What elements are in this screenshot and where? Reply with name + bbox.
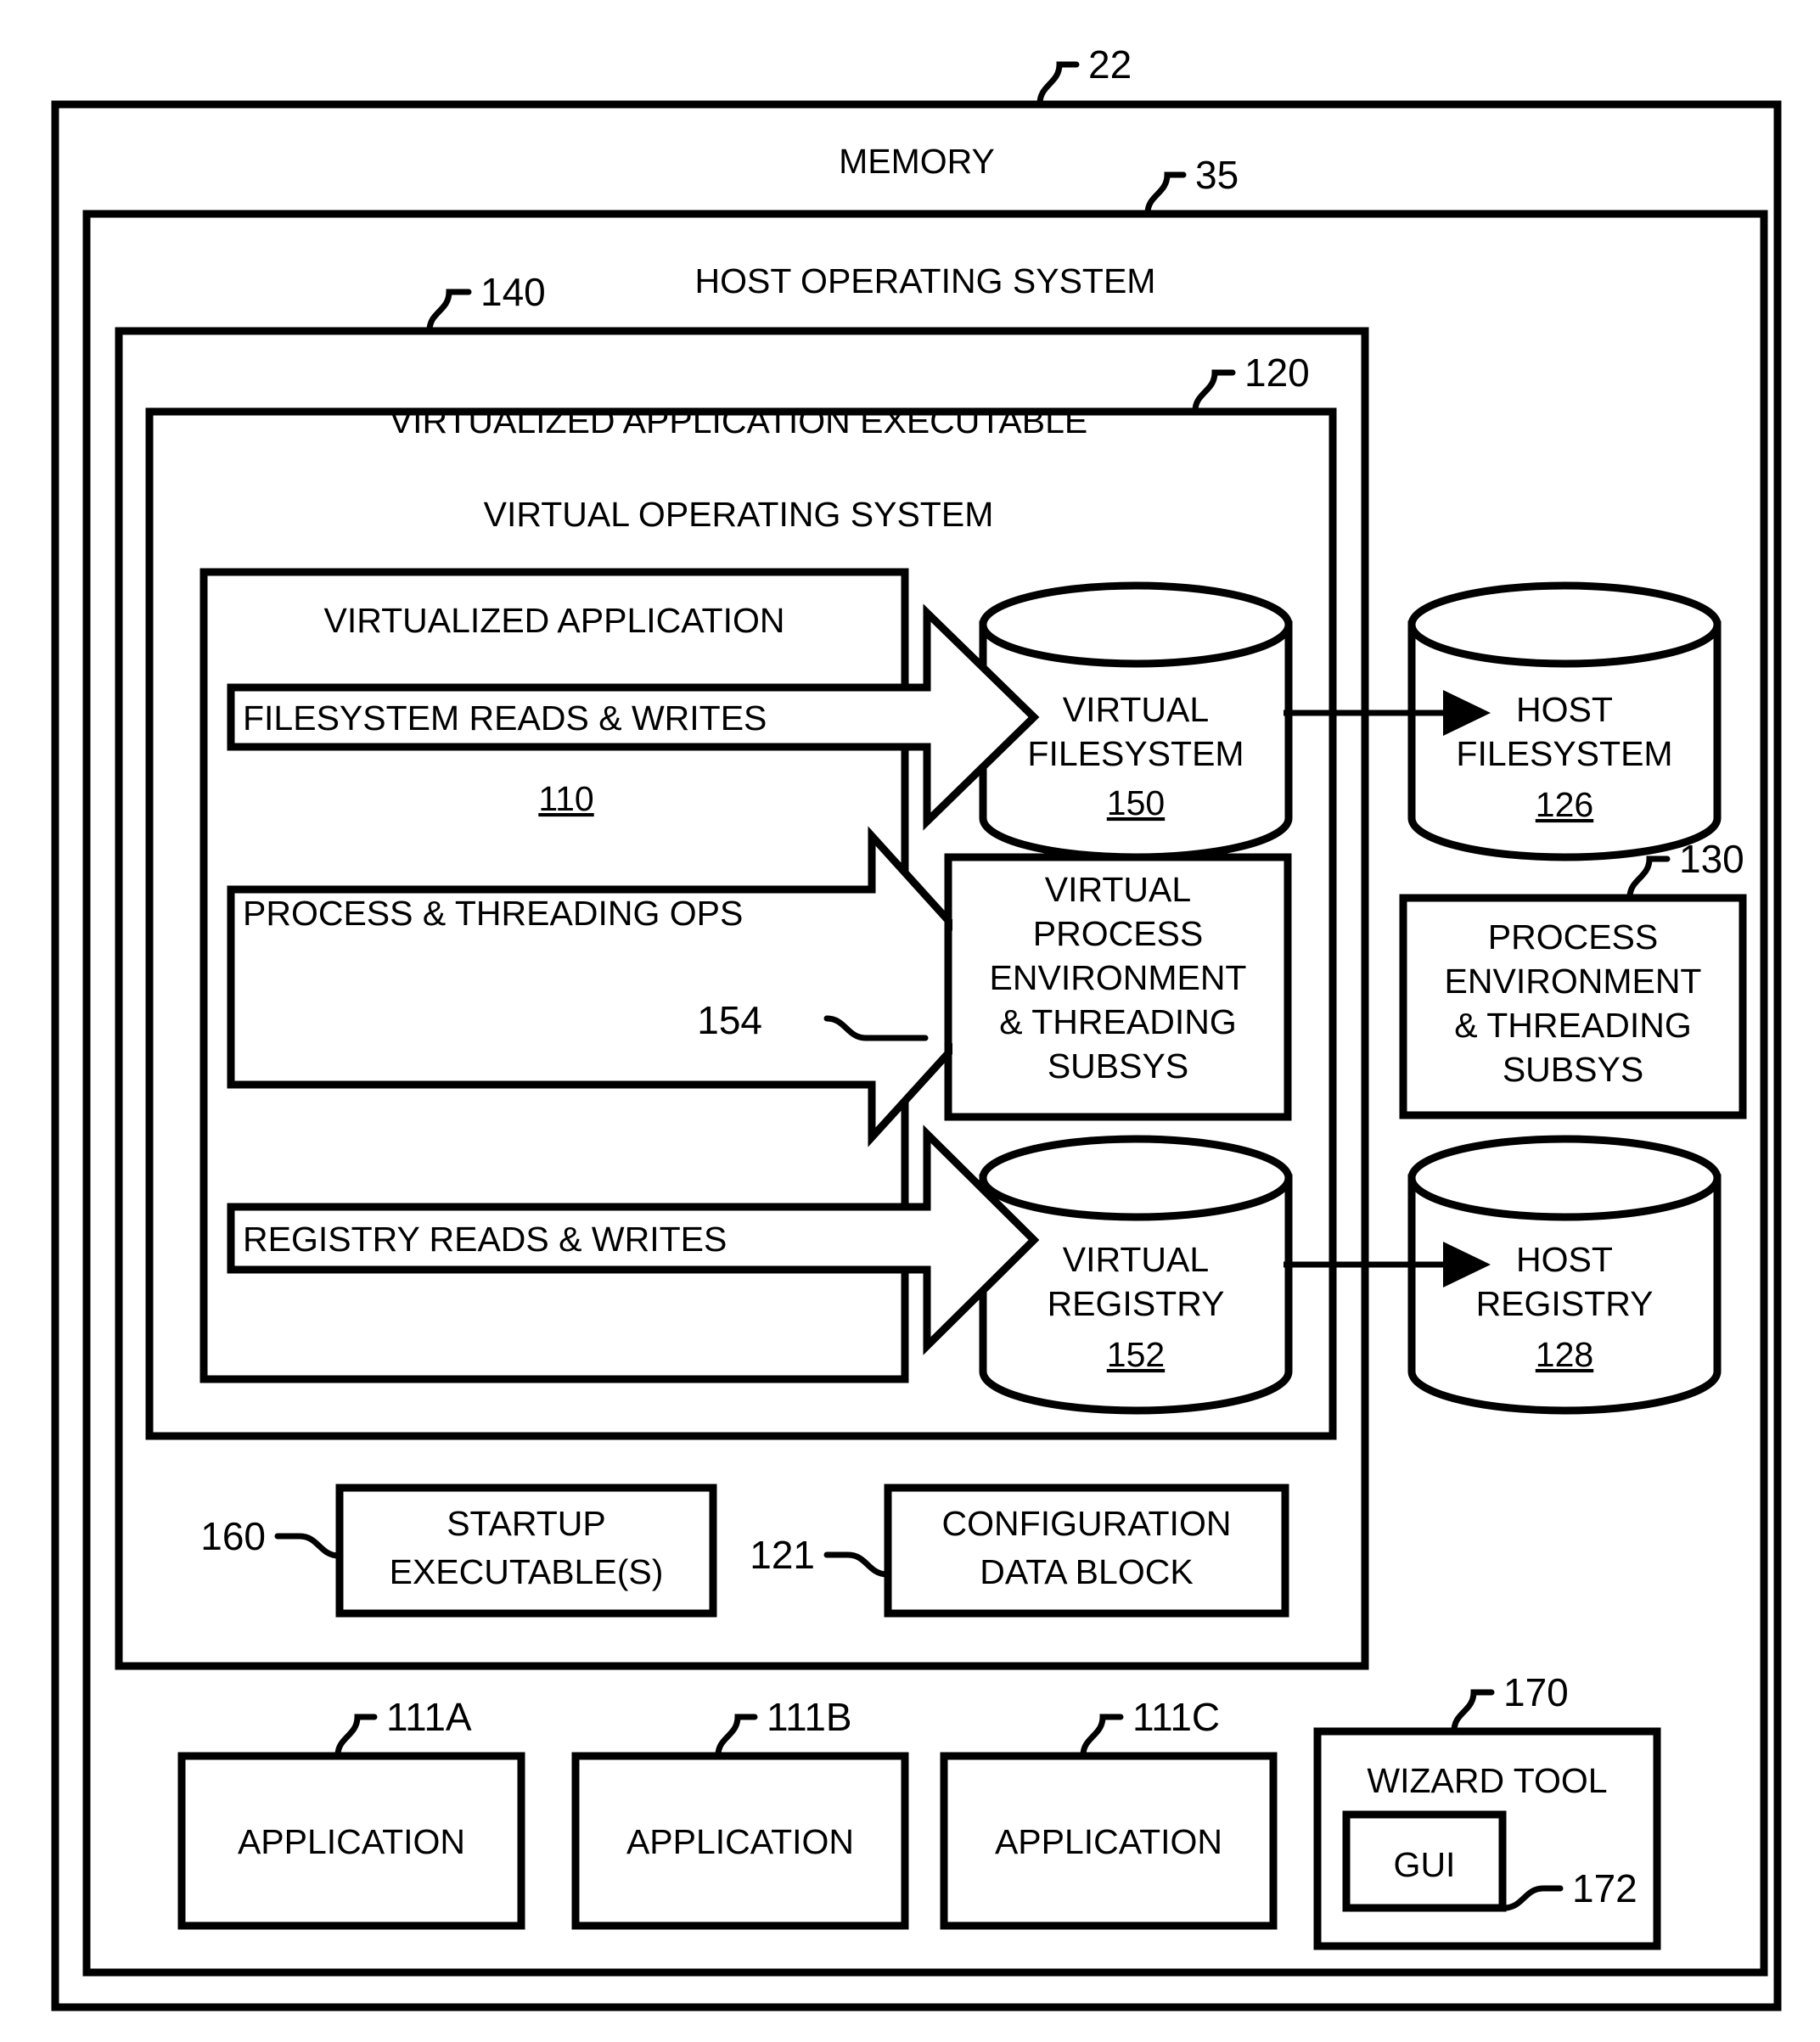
config-line-2: DATA BLOCK [980,1552,1193,1591]
ref-110: 110 [538,779,593,818]
arrow-registry-label: REGISTRY READS & WRITES [243,1220,727,1259]
hps-line-4: SUBSYS [1503,1050,1643,1089]
frame-vos-label: VIRTUAL OPERATING SYSTEM [484,495,994,534]
leader-line-35 [1144,171,1187,216]
ref-111a: 111A [386,1695,472,1739]
frame-host-os-label: HOST OPERATING SYSTEM [695,261,1156,300]
hps-line-2: ENVIRONMENT [1445,962,1702,1001]
ref-154: 154 [697,998,762,1042]
patent-diagram: MEMORY 22 HOST OPERATING SYSTEM 35 VIRTU… [51,42,1782,2011]
cylinder-virtual-registry-line2: REGISTRY [1048,1284,1225,1323]
frame-memory-label: MEMORY [839,142,995,181]
leader-line-170 [1451,1689,1495,1734]
box-virtualized-application-label: VIRTUALIZED APPLICATION [323,601,784,640]
ref-160: 160 [200,1514,266,1558]
cylinder-host-registry-line1: HOST [1516,1240,1613,1279]
ref-121: 121 [750,1533,815,1577]
ref-152: 152 [1107,1335,1165,1374]
ref-35: 35 [1195,153,1239,197]
hps-line-1: PROCESS [1488,917,1659,956]
startup-line-1: STARTUP [447,1504,606,1543]
leader-line-140 [426,289,472,334]
ref-150: 150 [1107,783,1165,822]
leader-line-121 [823,1551,890,1578]
leader-line-160 [274,1533,342,1559]
vps-line-4: & THREADING [999,1002,1236,1041]
leader-line-111b [715,1714,758,1759]
ref-111b: 111B [767,1695,852,1739]
config-line-1: CONFIGURATION [942,1504,1232,1543]
ref-170: 170 [1503,1670,1569,1714]
cylinder-host-registry-line2: REGISTRY [1476,1284,1654,1323]
vps-line-3: ENVIRONMENT [990,958,1247,997]
cylinder-virtual-filesystem-line1: VIRTUAL [1063,690,1209,729]
arrow-filesystem-label: FILESYSTEM READS & WRITES [243,698,767,738]
leader-line-130 [1626,856,1671,900]
wizard-tool-label: WIZARD TOOL [1367,1761,1607,1800]
hps-line-3: & THREADING [1454,1006,1691,1045]
cylinder-host-filesystem-line2: FILESYSTEM [1456,734,1672,773]
arrow-process-label: PROCESS & THREADING OPS [243,894,743,933]
ref-126: 126 [1536,785,1593,824]
cylinder-virtual-registry-line1: VIRTUAL [1063,1240,1209,1279]
ref-130: 130 [1679,837,1744,881]
vps-line-2: PROCESS [1033,914,1204,953]
cylinder-virtual-filesystem-line2: FILESYSTEM [1027,734,1244,773]
leader-line-120 [1192,369,1236,414]
ref-111c: 111C [1132,1695,1220,1739]
cylinder-host-filesystem-line1: HOST [1516,690,1613,729]
startup-line-2: EXECUTABLE(S) [390,1552,664,1591]
ref-140: 140 [480,270,546,314]
ref-120: 120 [1244,351,1310,395]
ref-172: 172 [1572,1866,1637,1910]
vps-line-5: SUBSYS [1048,1046,1188,1086]
ref-128: 128 [1536,1335,1593,1374]
leader-line-111a [334,1714,378,1759]
application-111a-label: APPLICATION [238,1822,465,1861]
frame-vae-label: VIRTUALIZED APPLICATION EXECUTABLE [390,401,1088,440]
application-111b-label: APPLICATION [626,1822,854,1861]
figure-canvas: MEMORY 22 HOST OPERATING SYSTEM 35 VIRTU… [0,0,1820,2042]
application-111c-label: APPLICATION [995,1822,1222,1861]
gui-label: GUI [1394,1845,1456,1884]
ref-22: 22 [1088,42,1132,87]
vps-line-1: VIRTUAL [1045,870,1191,909]
leader-line-111c [1080,1714,1124,1759]
leader-line-22 [1036,61,1080,107]
